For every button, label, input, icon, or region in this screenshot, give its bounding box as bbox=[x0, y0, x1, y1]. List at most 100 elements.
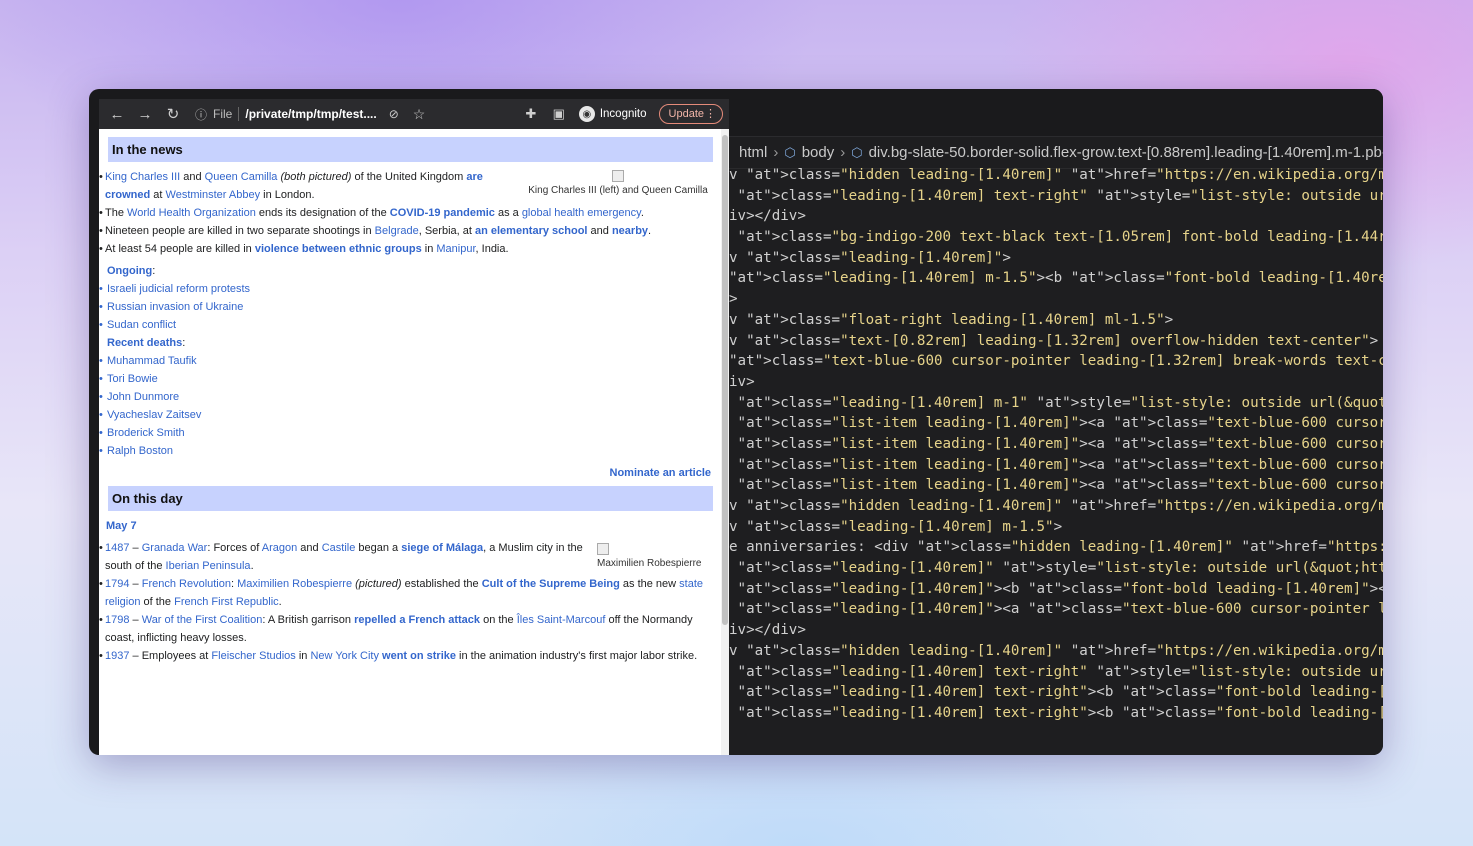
wiki-link[interactable]: King Charles III bbox=[105, 171, 180, 183]
eye-off-icon[interactable]: ⊘ bbox=[389, 107, 399, 121]
code-line[interactable]: "at">class="text-blue-600 cursor-pointer… bbox=[729, 351, 1383, 372]
in-the-news-section: King Charles III (left) and Queen Camill… bbox=[99, 162, 721, 482]
update-label: Update bbox=[668, 108, 704, 120]
code-line[interactable]: > bbox=[729, 289, 1383, 310]
wiki-link[interactable]: 1487 bbox=[105, 542, 129, 554]
code-line[interactable]: "at">class="leading-[1.40rem] m-1" "at">… bbox=[729, 393, 1383, 414]
wiki-link[interactable]: Îles Saint-Marcouf bbox=[517, 614, 606, 626]
text: in London. bbox=[260, 189, 315, 201]
code-line[interactable]: v "at">class="leading-[1.40rem] m-1.5"> bbox=[729, 517, 1383, 538]
wiki-link[interactable]: Manipur bbox=[436, 243, 475, 255]
wiki-bold-link[interactable]: COVID-19 pandemic bbox=[390, 207, 495, 219]
code-line[interactable]: v "at">class="hidden leading-[1.40rem]" … bbox=[729, 641, 1383, 662]
wiki-link[interactable]: Castile bbox=[322, 542, 356, 554]
recent-death-item[interactable]: John Dunmore bbox=[99, 388, 713, 406]
text: : A British garrison bbox=[262, 614, 355, 626]
text: established the bbox=[401, 578, 482, 590]
code-line[interactable]: v "at">class="hidden leading-[1.40rem]" … bbox=[729, 165, 1383, 186]
nominate-link[interactable]: Nominate an article bbox=[105, 464, 713, 482]
code-line[interactable]: "at">class="list-item leading-[1.40rem]"… bbox=[729, 475, 1383, 496]
code-line[interactable]: v "at">class="text-[0.82rem] leading-[1.… bbox=[729, 331, 1383, 352]
code-line[interactable]: "at">class="list-item leading-[1.40rem]"… bbox=[729, 413, 1383, 434]
ongoing-item[interactable]: Russian invasion of Ukraine bbox=[99, 298, 713, 316]
recent-death-item[interactable]: Vyacheslav Zaitsev bbox=[99, 406, 713, 424]
wiki-link[interactable]: 1798 bbox=[105, 614, 129, 626]
code-line[interactable]: v "at">class="float-right leading-[1.40r… bbox=[729, 310, 1383, 331]
address-bar[interactable]: ⓘ File /private/tmp/tmp/test.... ⊘ ☆ bbox=[189, 102, 515, 126]
recent-death-item[interactable]: Ralph Boston bbox=[99, 442, 713, 460]
wiki-link[interactable]: 1794 bbox=[105, 578, 129, 590]
breadcrumb-separator: › bbox=[840, 144, 846, 161]
code-line[interactable]: "at">class="leading-[1.40rem] text-right… bbox=[729, 682, 1383, 703]
wiki-bold-link[interactable]: violence between ethnic groups bbox=[255, 243, 422, 255]
breadcrumb-item[interactable]: div.bg-slate-50.border-solid.flex-grow.t… bbox=[869, 144, 1383, 161]
wiki-link[interactable]: French First Republic bbox=[174, 596, 279, 608]
wiki-link[interactable]: global health emergency bbox=[522, 207, 641, 219]
info-icon[interactable]: ⓘ bbox=[195, 106, 207, 123]
forward-arrow-icon[interactable]: → bbox=[133, 102, 157, 126]
breadcrumb-item[interactable]: body bbox=[802, 144, 835, 161]
wiki-link[interactable]: Belgrade bbox=[375, 225, 419, 237]
code-line[interactable]: "at">class="leading-[1.40rem]" "at">styl… bbox=[729, 558, 1383, 579]
ongoing-item[interactable]: Sudan conflict bbox=[99, 316, 713, 334]
url-text[interactable]: /private/tmp/tmp/test.... bbox=[245, 107, 376, 121]
recent-death-item[interactable]: Muhammad Taufik bbox=[99, 352, 713, 370]
breadcrumb-item[interactable]: html bbox=[739, 144, 767, 161]
wiki-link[interactable]: 1937 bbox=[105, 650, 129, 662]
scrollbar-thumb[interactable] bbox=[722, 135, 728, 625]
code-line[interactable]: "at">class="list-item leading-[1.40rem]"… bbox=[729, 455, 1383, 476]
text: and bbox=[180, 171, 205, 183]
code-line[interactable]: "at">class="leading-[1.40rem] text-right… bbox=[729, 186, 1383, 207]
code-line[interactable]: v "at">class="hidden leading-[1.40rem]" … bbox=[729, 496, 1383, 517]
code-line[interactable]: "at">class="leading-[1.40rem]"><b "at">c… bbox=[729, 579, 1383, 600]
wiki-bold-link[interactable]: siege of Málaga bbox=[401, 542, 483, 554]
code-line[interactable]: iv> bbox=[729, 372, 1383, 393]
wiki-link[interactable]: Maximilien Robespierre bbox=[237, 578, 352, 590]
wiki-link[interactable]: French Revolution bbox=[142, 578, 231, 590]
incognito-indicator[interactable]: ◉ Incognito bbox=[578, 106, 647, 122]
wiki-link[interactable]: Queen Camilla bbox=[205, 171, 278, 183]
ongoing-item[interactable]: Israeli judicial reform protests bbox=[99, 280, 713, 298]
wiki-link[interactable]: New York City bbox=[310, 650, 378, 662]
wiki-bold-link[interactable]: Cult of the Supreme Being bbox=[482, 578, 620, 590]
wiki-link[interactable]: World Health Organization bbox=[127, 207, 256, 219]
code-line[interactable]: iv></div> bbox=[729, 206, 1383, 227]
otd-date-link[interactable]: May 7 bbox=[105, 517, 713, 535]
code-line[interactable]: v "at">class="leading-[1.40rem]"> bbox=[729, 248, 1383, 269]
more-menu-icon[interactable]: ⋮ bbox=[705, 107, 716, 120]
text: . bbox=[250, 560, 254, 572]
code-line[interactable]: iv></div> bbox=[729, 620, 1383, 641]
code-line[interactable]: "at">class="leading-[1.40rem] m-1.5"><b … bbox=[729, 268, 1383, 289]
wiki-link[interactable]: Aragon bbox=[262, 542, 297, 554]
reload-icon[interactable]: ↻ bbox=[161, 102, 185, 126]
puzzle-icon[interactable]: ✚ bbox=[519, 102, 543, 126]
text: as a bbox=[494, 207, 522, 219]
recent-death-item[interactable]: Broderick Smith bbox=[99, 424, 713, 442]
wiki-bold-link[interactable]: went on strike bbox=[382, 650, 456, 662]
recent-deaths-label[interactable]: Recent deaths bbox=[107, 337, 182, 349]
wiki-link[interactable]: Fleischer Studios bbox=[211, 650, 295, 662]
recent-death-item[interactable]: Tori Bowie bbox=[99, 370, 713, 388]
side-panel-icon[interactable]: ▣ bbox=[547, 102, 571, 126]
page-scrollbar[interactable] bbox=[721, 129, 729, 755]
code-line[interactable]: "at">class="leading-[1.40rem] text-right… bbox=[729, 662, 1383, 683]
news-list: King Charles III and Queen Camilla (both… bbox=[99, 168, 713, 258]
wiki-bold-link[interactable]: nearby bbox=[612, 225, 648, 237]
wiki-bold-link[interactable]: an elementary school bbox=[475, 225, 588, 237]
wiki-bold-link[interactable]: repelled a French attack bbox=[354, 614, 480, 626]
ongoing-label[interactable]: Ongoing bbox=[107, 265, 152, 277]
code-line[interactable]: "at">class="leading-[1.40rem]"><a "at">c… bbox=[729, 599, 1383, 620]
code-line[interactable]: "at">class="list-item leading-[1.40rem]"… bbox=[729, 434, 1383, 455]
text: as the new bbox=[619, 578, 680, 590]
code-line[interactable]: "at">class="leading-[1.40rem] text-right… bbox=[729, 703, 1383, 724]
update-button[interactable]: Update ⋮ bbox=[658, 104, 723, 124]
wiki-link[interactable]: War of the First Coalition bbox=[142, 614, 263, 626]
back-arrow-icon[interactable]: ← bbox=[105, 102, 129, 126]
wiki-link[interactable]: Westminster Abbey bbox=[166, 189, 261, 201]
code-line[interactable]: "at">class="bg-indigo-200 text-black tex… bbox=[729, 227, 1383, 248]
star-icon[interactable]: ☆ bbox=[413, 106, 426, 123]
wiki-link[interactable]: Granada War bbox=[142, 542, 208, 554]
wiki-link[interactable]: Iberian Peninsula bbox=[166, 560, 251, 572]
code-line[interactable]: e anniversaries: <div "at">class="hidden… bbox=[729, 537, 1383, 558]
text: , Serbia, at bbox=[418, 225, 475, 237]
